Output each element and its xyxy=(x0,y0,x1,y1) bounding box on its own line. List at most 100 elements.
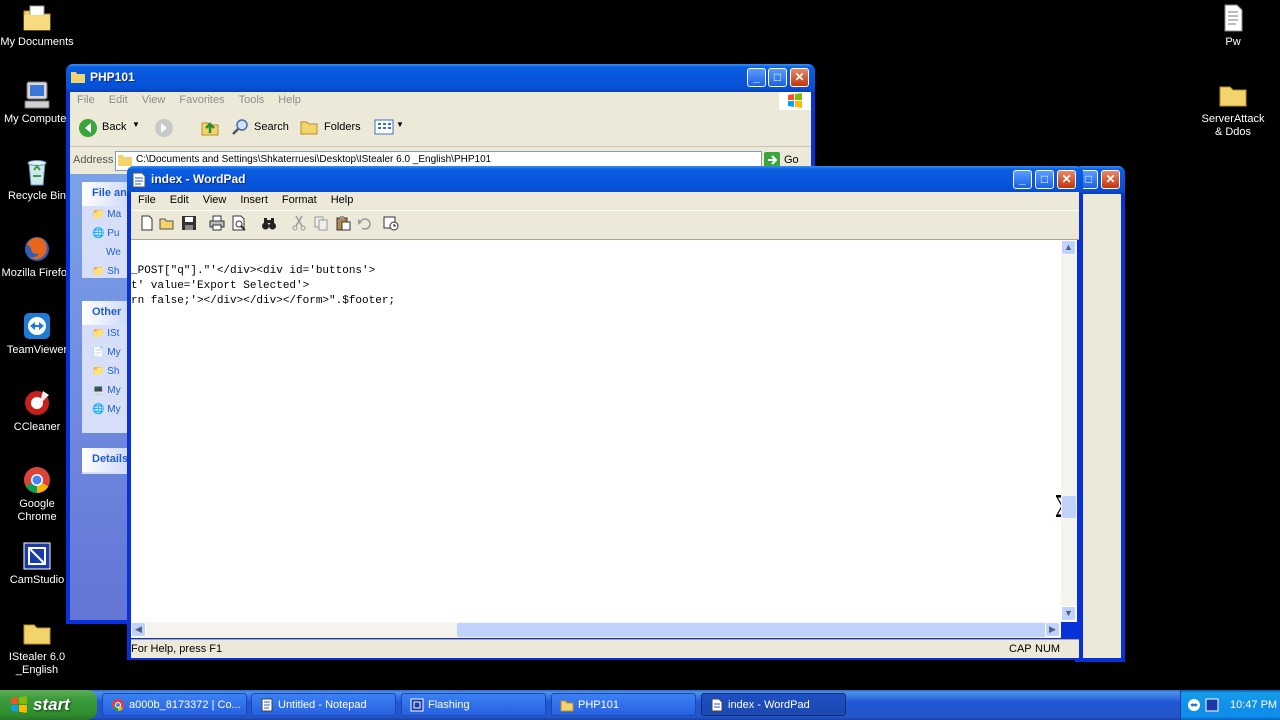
desktop-icon-teamviewer[interactable]: TeamViewer xyxy=(0,310,74,357)
system-tray: 10:47 PM xyxy=(1180,690,1280,720)
desktop-icon-ccleaner[interactable]: CCleaner xyxy=(0,387,74,434)
close-icon[interactable]: ✕ xyxy=(790,68,809,87)
find-binoculars-icon[interactable] xyxy=(261,215,277,231)
camstudio-tray-icon[interactable] xyxy=(1205,698,1219,712)
camstudio-icon xyxy=(23,542,51,570)
new-document-icon[interactable] xyxy=(139,215,155,231)
folder-icon xyxy=(560,700,574,712)
clock[interactable]: 10:47 PM xyxy=(1230,699,1277,711)
desktop-icon-firefox[interactable]: Mozilla Firefox xyxy=(0,233,74,280)
minimize-icon[interactable]: _ xyxy=(747,68,766,87)
vertical-scrollbar[interactable]: ▲ ▼ xyxy=(1061,240,1077,622)
desktop-icon-istealer[interactable]: IStealer 6.0 _English xyxy=(0,617,74,677)
back-label: Back xyxy=(102,121,127,133)
scroll-right-arrow-icon[interactable]: ▶ xyxy=(1045,622,1060,637)
desktop-icon-pw[interactable]: Pw xyxy=(1196,2,1270,49)
explorer-titlebar[interactable]: PHP101 xyxy=(66,64,815,92)
desktop-icon-label: IStealer 6.0 _English xyxy=(8,651,66,676)
print-preview-icon[interactable] xyxy=(231,215,247,231)
folder-icon xyxy=(1219,86,1247,107)
folder-icon: 📁 xyxy=(92,366,108,377)
taskbar-item-flashing[interactable]: Flashing xyxy=(401,693,546,716)
wordpad-toolbar xyxy=(131,210,1079,240)
window-title: index - WordPad xyxy=(151,172,246,186)
undo-icon[interactable] xyxy=(357,215,373,231)
back-button[interactable]: Back ▼ xyxy=(76,116,140,138)
menu-file[interactable]: File xyxy=(70,92,102,106)
teamviewer-tray-icon[interactable] xyxy=(1187,698,1201,712)
menu-view[interactable]: View xyxy=(196,192,234,206)
firefox-icon xyxy=(25,237,49,261)
forward-arrow-icon[interactable] xyxy=(154,118,174,138)
recycle-bin-icon xyxy=(27,160,47,186)
desktop-icon-serverattack[interactable]: ServerAttack & Ddos xyxy=(1196,79,1270,139)
chevron-down-icon: ▼ xyxy=(396,120,404,129)
start-button[interactable]: start xyxy=(0,690,97,720)
text-document-icon xyxy=(1224,4,1243,32)
print-icon[interactable] xyxy=(209,215,225,231)
taskbar-item-label: PHP101 xyxy=(578,699,619,711)
taskbar-item-notepad[interactable]: Untitled - Notepad xyxy=(251,693,396,716)
share-folder-icon: 📁 xyxy=(92,266,108,277)
desktop-icon-label: ServerAttack & Ddos xyxy=(1201,113,1265,138)
menu-edit[interactable]: Edit xyxy=(163,192,196,206)
minimize-icon[interactable]: _ xyxy=(1013,170,1032,189)
scroll-up-arrow-icon[interactable]: ▲ xyxy=(1061,240,1076,255)
scroll-down-arrow-icon[interactable]: ▼ xyxy=(1061,606,1076,621)
open-folder-icon[interactable] xyxy=(159,215,175,231)
close-icon[interactable]: ✕ xyxy=(1057,170,1076,189)
desktop-icon-recycle-bin[interactable]: Recycle Bin xyxy=(0,156,74,203)
desktop-icon-my-computer[interactable]: My Computer xyxy=(0,79,74,126)
folders-icon xyxy=(300,121,318,135)
caps-indicator: CAP xyxy=(1009,643,1032,655)
desktop-icon-chrome[interactable]: Google Chrome xyxy=(0,464,74,524)
horizontal-scrollbar[interactable]: ◀ ▶ xyxy=(131,622,1061,638)
status-text: For Help, press F1 xyxy=(131,643,223,655)
folder-icon xyxy=(23,624,51,645)
menu-insert[interactable]: Insert xyxy=(233,192,275,206)
document-area[interactable]: _POST["q"]."'</div><div id='buttons'> t'… xyxy=(131,240,1069,622)
menu-edit[interactable]: Edit xyxy=(102,92,135,106)
maximize-icon[interactable]: □ xyxy=(768,68,787,87)
chevron-down-icon[interactable]: ▼ xyxy=(132,120,140,129)
address-value: C:\Documents and Settings\Shkaterruesi\D… xyxy=(136,154,492,165)
views-button[interactable]: ▼ xyxy=(372,116,408,138)
folders-label: Folders xyxy=(324,121,361,133)
start-label: start xyxy=(33,695,70,714)
menu-tools[interactable]: Tools xyxy=(232,92,272,106)
search-button[interactable]: Search xyxy=(230,116,290,138)
go-label[interactable]: Go xyxy=(784,154,799,166)
taskbar-item-php101[interactable]: PHP101 xyxy=(551,693,696,716)
taskbar-item-chrome[interactable]: a000b_8173372 | Co... xyxy=(102,693,247,716)
windows-logo-icon xyxy=(11,696,27,713)
save-disk-icon[interactable] xyxy=(181,215,197,231)
scroll-thumb[interactable] xyxy=(457,623,1047,637)
notepad-icon xyxy=(261,698,273,712)
copy-icon[interactable] xyxy=(313,215,329,231)
close-icon[interactable]: ✕ xyxy=(1101,170,1120,189)
menu-format[interactable]: Format xyxy=(275,192,324,206)
my-documents-icon xyxy=(23,5,51,31)
wordpad-titlebar[interactable]: index - WordPad xyxy=(127,166,1083,194)
document-text[interactable]: _POST["q"]."'</div><div id='buttons'> t'… xyxy=(131,264,1051,309)
folders-button[interactable]: Folders xyxy=(298,116,362,138)
up-folder-icon[interactable] xyxy=(200,117,220,137)
desktop-icon-label: My Computer xyxy=(3,113,71,125)
insert-datetime-icon[interactable] xyxy=(383,215,399,231)
wordpad-app-icon xyxy=(711,698,723,712)
menu-help[interactable]: Help xyxy=(271,92,308,106)
maximize-icon[interactable]: □ xyxy=(1035,170,1054,189)
menu-view[interactable]: View xyxy=(135,92,173,106)
desktop-icon-my-documents[interactable]: My Documents xyxy=(0,2,74,49)
taskbar-item-wordpad[interactable]: index - WordPad xyxy=(701,693,846,716)
menu-favorites[interactable]: Favorites xyxy=(172,92,231,106)
menu-help[interactable]: Help xyxy=(324,192,361,206)
menu-file[interactable]: File xyxy=(131,192,163,206)
paste-icon[interactable] xyxy=(335,215,351,231)
cut-icon[interactable] xyxy=(291,215,307,231)
desktop-icon-camstudio[interactable]: CamStudio xyxy=(0,540,74,587)
scroll-left-arrow-icon[interactable]: ◀ xyxy=(131,622,146,637)
desktop-icon-label: Recycle Bin xyxy=(7,190,67,202)
scroll-thumb[interactable] xyxy=(1062,496,1076,518)
wordpad-window[interactable]: index - WordPad _ □ ✕ File Edit View Insert… xyxy=(127,166,1083,660)
